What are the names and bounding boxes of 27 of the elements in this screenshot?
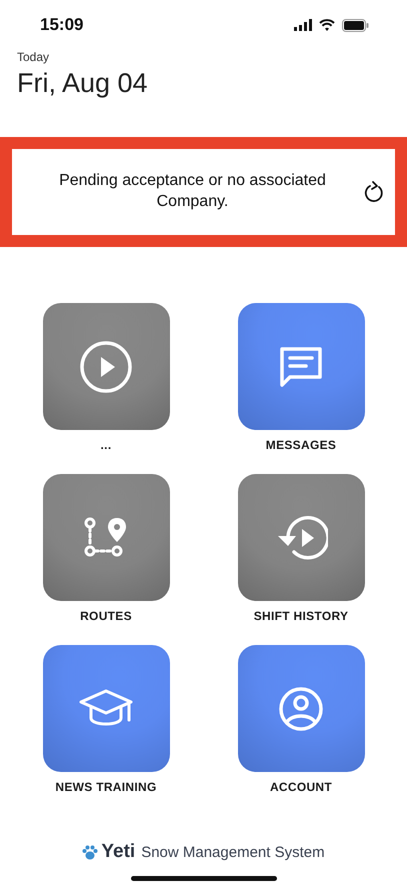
wifi-icon — [319, 19, 335, 31]
brand-name: Yeti — [101, 841, 136, 863]
tile-button[interactable] — [42, 645, 170, 772]
account-icon — [278, 686, 324, 732]
message-icon — [278, 344, 324, 388]
tile-button[interactable] — [42, 303, 170, 430]
paw-icon — [82, 844, 98, 860]
tile-label: ... — [100, 438, 112, 454]
tile-button[interactable] — [238, 645, 364, 772]
tile-label: SHIFT HISTORY — [254, 609, 348, 625]
today-caption: Today — [17, 50, 50, 64]
tile-button[interactable] — [238, 474, 364, 601]
notice-message: Pending acceptance or no associated Company. — [58, 171, 327, 212]
tile-label: ACCOUNT — [270, 780, 332, 796]
battery-icon — [342, 18, 369, 32]
tile-label: MESSAGES — [266, 438, 336, 454]
refresh-icon[interactable] — [363, 180, 385, 204]
status-time: 15:09 — [40, 15, 84, 35]
tile-label: ROUTES — [80, 609, 132, 625]
route-icon — [83, 516, 129, 558]
tile-button[interactable] — [42, 474, 170, 601]
tile-button[interactable] — [238, 303, 364, 430]
brand-tagline: Snow Management System — [141, 844, 325, 860]
play-icon — [79, 340, 133, 394]
tile-label: NEWS TRAINING — [55, 780, 157, 796]
signal-icon — [294, 19, 312, 31]
date-title: Fri, Aug 04 — [17, 68, 148, 99]
